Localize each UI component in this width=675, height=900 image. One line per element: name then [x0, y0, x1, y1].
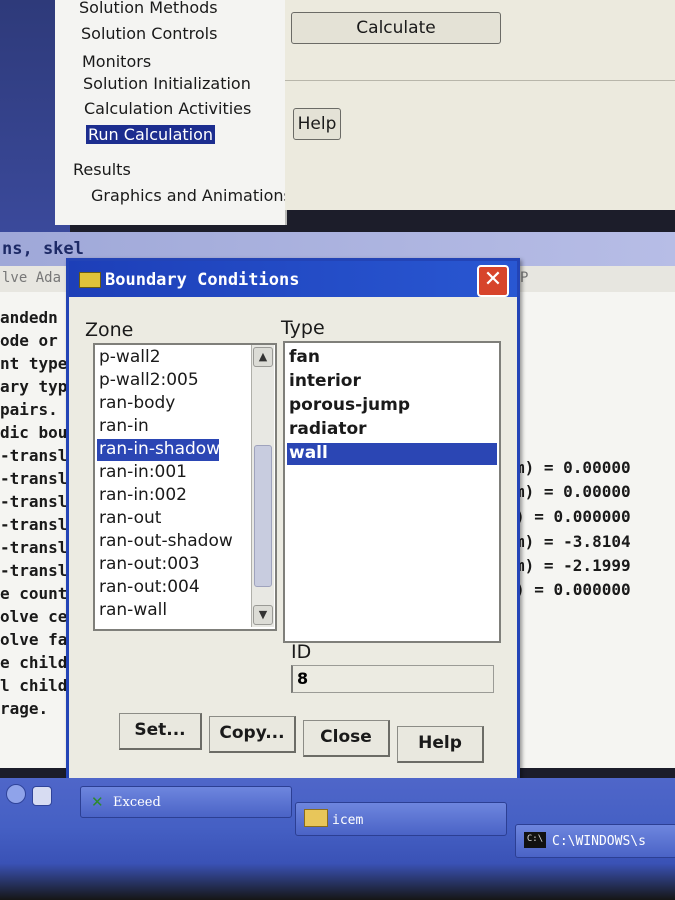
console-left-line: rage. — [0, 699, 49, 718]
copy-button[interactable]: Copy... — [209, 716, 296, 753]
console-right-line: m) = -3.8104 — [515, 532, 631, 551]
zone-list-item[interactable]: p-wall2 — [97, 347, 161, 369]
console-title: ns, skel — [2, 239, 84, 259]
taskbar-label: Exceed — [113, 795, 161, 810]
scroll-down-icon[interactable]: ▼ — [253, 605, 273, 625]
console-right-line: m) = 0.00000 — [515, 482, 631, 501]
quick-launch-icon[interactable] — [6, 784, 26, 804]
zone-list-item[interactable]: ran-in:002 — [97, 485, 187, 507]
id-field[interactable]: 8 — [291, 665, 494, 693]
zone-list-item-selected[interactable]: ran-in-shadow — [97, 439, 220, 461]
tree-item-calculation-activities[interactable]: Calculation Activities — [84, 99, 251, 118]
tree-item-solution-initialization[interactable]: Solution Initialization — [83, 74, 251, 93]
task-panel: Calculate Help — [285, 0, 675, 210]
zone-label: Zone — [85, 319, 134, 341]
console-left-line: andedn — [0, 308, 58, 327]
taskbar-button-exceed[interactable]: ✕ Exceed — [80, 786, 292, 818]
tree-item-graphics-and-animations[interactable]: Graphics and Animations — [91, 186, 292, 205]
help-dialog-button[interactable]: Help — [397, 726, 484, 763]
scroll-up-icon[interactable]: ▲ — [253, 347, 273, 367]
zone-list[interactable]: p-wall2 p-wall2:005 ran-body ran-in ran-… — [93, 343, 277, 631]
console-bar-right-text: P — [520, 270, 529, 286]
type-label: Type — [281, 317, 325, 339]
tree-item-monitors[interactable]: Monitors — [82, 52, 151, 71]
outline-tree: Solution Methods Solution Controls Monit… — [55, 0, 292, 225]
zone-list-item[interactable]: ran-out:004 — [97, 577, 200, 599]
zone-list-item[interactable]: ran-body — [97, 393, 175, 415]
console-bar-left-text: lve Ada — [2, 270, 62, 286]
zone-list-item[interactable]: ran-in:001 — [97, 462, 187, 484]
dialog-title-bar[interactable]: Boundary Conditions ✕ — [69, 261, 517, 297]
zone-scrollbar[interactable]: ▲ ▼ — [251, 345, 274, 627]
type-list-item[interactable]: interior — [287, 371, 361, 393]
close-icon[interactable]: ✕ — [477, 265, 509, 297]
dialog-title: Boundary Conditions — [105, 270, 300, 290]
console-left-line: dic bou — [0, 423, 68, 442]
taskbar-button-cmd[interactable]: C:\ C:\WINDOWS\s — [515, 824, 675, 858]
tree-item-results[interactable]: Results — [73, 160, 131, 179]
taskbar: ✕ Exceed icem C:\ C:\WINDOWS\s — [0, 778, 675, 900]
scroll-thumb[interactable] — [254, 445, 272, 587]
zone-list-item[interactable]: ran-in — [97, 416, 149, 438]
console-right-line: m) = -2.1999 — [515, 556, 631, 575]
tree-item-solution-methods[interactable]: Solution Methods — [79, 0, 218, 17]
cmd-icon: C:\ — [524, 832, 546, 848]
taskbar-button-icem[interactable]: icem — [295, 802, 507, 836]
id-label: ID — [291, 641, 312, 663]
type-list[interactable]: fan interior porous-jump radiator wall — [283, 341, 501, 643]
quick-launch-icon[interactable] — [32, 786, 52, 806]
taskbar-label: C:\WINDOWS\s — [552, 834, 646, 849]
set-button[interactable]: Set... — [119, 713, 202, 750]
tree-item-run-calculation[interactable]: Run Calculation — [86, 125, 216, 144]
console-right-line: m) = 0.00000 — [515, 458, 631, 477]
zone-list-item[interactable]: ran-out — [97, 508, 161, 530]
boundary-conditions-dialog: Boundary Conditions ✕ Zone Type p-wall2 … — [66, 258, 520, 784]
zone-list-item[interactable]: ran-wall — [97, 600, 167, 622]
taskbar-label: icem — [332, 813, 364, 828]
type-list-item[interactable]: fan — [287, 347, 320, 369]
console-left-line: nt type — [0, 354, 68, 373]
console-left-line: ode or — [0, 331, 58, 350]
tree-item-solution-controls[interactable]: Solution Controls — [81, 24, 217, 43]
calculate-button[interactable]: Calculate — [291, 12, 501, 44]
type-list-item[interactable]: porous-jump — [287, 395, 410, 417]
zone-list-item[interactable]: ran-out:003 — [97, 554, 200, 576]
panel-divider — [285, 80, 675, 81]
console-right-line: ) = 0.000000 — [515, 507, 631, 526]
folder-icon — [304, 809, 328, 827]
type-list-item-selected[interactable]: wall — [287, 443, 497, 465]
console-left-line: ary typ — [0, 377, 68, 396]
help-button[interactable]: Help — [293, 108, 341, 140]
type-list-item[interactable]: radiator — [287, 419, 367, 441]
console-right-line: ) = 0.000000 — [515, 580, 631, 599]
app-icon — [79, 272, 101, 288]
zone-list-item[interactable]: p-wall2:005 — [97, 370, 199, 392]
console-left-line: pairs. — [0, 400, 58, 419]
zone-list-item[interactable]: ran-out-shadow — [97, 531, 233, 553]
close-button[interactable]: Close — [303, 720, 390, 757]
exceed-icon: ✕ — [91, 793, 104, 811]
